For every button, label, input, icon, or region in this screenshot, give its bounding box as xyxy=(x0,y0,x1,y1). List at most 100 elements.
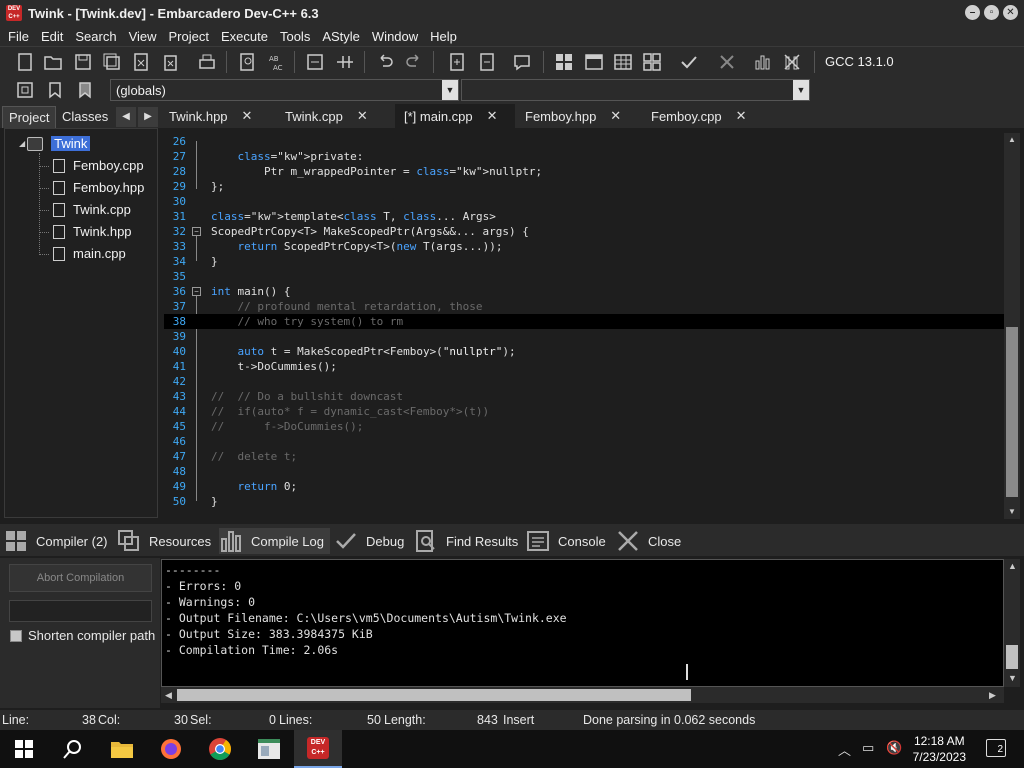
code-line[interactable]: 26 xyxy=(164,134,1004,149)
editor-vertical-scrollbar[interactable]: ▲ ▼ xyxy=(1004,133,1020,519)
tree-file-twink-cpp[interactable]: Twink.cpp xyxy=(53,202,131,217)
code-line[interactable]: 30 xyxy=(164,194,1004,209)
tree-file-femboy-cpp[interactable]: Femboy.cpp xyxy=(53,158,144,173)
print-icon[interactable] xyxy=(196,51,218,73)
indent-icon[interactable] xyxy=(304,51,326,73)
code-line[interactable]: 32 ScopedPtrCopy<T> MakeScopedPtr(Args&&.… xyxy=(164,224,1004,239)
compile-log[interactable]: -------- - Errors: 0 - Warnings: 0 - Out… xyxy=(161,559,1004,687)
close-all-icon[interactable] xyxy=(159,51,181,73)
menu-tools[interactable]: Tools xyxy=(274,29,316,44)
menu-search[interactable]: Search xyxy=(69,29,122,44)
tab-twink-hpp[interactable]: Twink.hpp ✕ xyxy=(160,104,270,128)
code-line[interactable]: 50} xyxy=(164,494,1004,509)
network-icon[interactable]: ▭ xyxy=(862,740,874,756)
code-line[interactable]: 44 // if(auto* f = dynamic_cast<Femboy*>(… xyxy=(164,404,1004,419)
menu-file[interactable]: File xyxy=(2,29,35,44)
tab-console[interactable]: Console xyxy=(526,528,606,554)
search-button[interactable] xyxy=(48,730,96,768)
scroll-down-icon[interactable]: ▼ xyxy=(1004,505,1020,519)
shorten-path-checkbox[interactable]: Shorten compiler path xyxy=(10,628,155,643)
code-line[interactable]: 28 Ptr m_wrappedPointer = class="kw">nul… xyxy=(164,164,1004,179)
undo-icon[interactable] xyxy=(374,51,396,73)
code-line[interactable]: 29}; xyxy=(164,179,1004,194)
tree-root-twink[interactable]: ◢ Twink xyxy=(19,136,91,151)
expand-arrow-icon[interactable]: ◢ xyxy=(19,139,25,148)
scrollbar-thumb[interactable] xyxy=(177,689,691,701)
app-button[interactable] xyxy=(245,730,293,768)
rebuild-all-icon[interactable] xyxy=(641,51,663,73)
tab-twink-cpp[interactable]: Twink.cpp ✕ xyxy=(276,104,386,128)
start-button[interactable] xyxy=(0,730,48,768)
tab-compiler[interactable]: Compiler (2) xyxy=(4,528,108,554)
run-icon[interactable] xyxy=(583,51,605,73)
checkbox-icon[interactable] xyxy=(10,629,22,642)
profile-icon[interactable] xyxy=(752,51,774,73)
menu-execute[interactable]: Execute xyxy=(215,29,274,44)
tab-close[interactable]: Close xyxy=(616,528,681,554)
code-line[interactable]: 31 class="kw">template<class T, class... … xyxy=(164,209,1004,224)
code-line[interactable]: 49 return 0; xyxy=(164,479,1004,494)
redo-icon[interactable] xyxy=(403,51,425,73)
compile-run-icon[interactable] xyxy=(612,51,634,73)
compile-icon[interactable] xyxy=(553,51,575,73)
close-icon[interactable]: ✕ xyxy=(610,108,621,124)
open-folder-icon[interactable] xyxy=(42,51,64,73)
tree-file-main-cpp[interactable]: main.cpp xyxy=(53,246,126,261)
project-options-icon[interactable] xyxy=(511,51,533,73)
save-all-icon[interactable] xyxy=(101,51,123,73)
code-line[interactable]: 38 // who try system() to rm xyxy=(164,314,1004,329)
devcpp-taskbar-button[interactable]: DEV C++ xyxy=(294,730,342,768)
scroll-right-icon[interactable]: ▶ xyxy=(989,690,996,701)
chrome-button[interactable] xyxy=(196,730,244,768)
compiler-selector[interactable]: GCC 13.1.0 xyxy=(825,54,894,69)
tree-file-femboy-hpp[interactable]: Femboy.hpp xyxy=(53,180,144,195)
chevron-left-icon[interactable]: ◀ xyxy=(116,107,136,127)
close-file-icon[interactable] xyxy=(130,51,152,73)
scroll-up-icon[interactable]: ▲ xyxy=(1004,133,1020,147)
system-clock[interactable]: 12:18 AM 7/23/2023 xyxy=(913,733,966,765)
close-icon[interactable]: ✕ xyxy=(242,108,253,124)
code-editor[interactable]: − − 26 27 class="kw">private: 28 Ptr m_wra… xyxy=(164,133,1004,519)
code-line[interactable]: 37 // profound mental retardation, those xyxy=(164,299,1004,314)
close-icon[interactable]: ✕ xyxy=(736,108,747,124)
code-line[interactable]: 39 xyxy=(164,329,1004,344)
scrollbar-thumb[interactable] xyxy=(1006,327,1018,497)
minimize-button[interactable]: – xyxy=(965,5,980,20)
tree-file-twink-hpp[interactable]: Twink.hpp xyxy=(53,224,132,239)
abort-compilation-button[interactable]: Abort Compilation xyxy=(9,564,152,592)
member-combo[interactable]: ▼ xyxy=(461,79,810,101)
restore-button[interactable]: ▫ xyxy=(984,5,999,20)
menu-help[interactable]: Help xyxy=(424,29,463,44)
code-line[interactable]: 42 xyxy=(164,374,1004,389)
scroll-left-icon[interactable]: ◀ xyxy=(165,690,172,701)
file-explorer-button[interactable] xyxy=(98,730,146,768)
chevron-down-icon[interactable]: ▼ xyxy=(442,80,458,100)
volume-muted-icon[interactable]: 🔇 xyxy=(886,740,902,756)
code-line[interactable]: 46 xyxy=(164,434,1004,449)
replace-icon[interactable]: AB AC xyxy=(266,51,288,73)
menu-view[interactable]: View xyxy=(123,29,163,44)
log-vertical-scrollbar[interactable]: ▲ ▼ xyxy=(1004,559,1020,687)
code-line[interactable]: 27 class="kw">private: xyxy=(164,149,1004,164)
goto-bookmark-icon[interactable] xyxy=(74,79,96,101)
tab-femboy-hpp[interactable]: Femboy.hpp ✕ xyxy=(516,104,626,128)
tab-resources[interactable]: Resources xyxy=(117,528,211,554)
chevron-right-icon[interactable]: ▶ xyxy=(138,107,158,127)
goto-line-icon[interactable] xyxy=(334,51,356,73)
remove-from-project-icon[interactable] xyxy=(476,51,498,73)
find-icon[interactable] xyxy=(237,51,259,73)
close-icon[interactable]: ✕ xyxy=(357,108,368,124)
close-button[interactable]: ✕ xyxy=(1003,5,1018,20)
syntax-check-icon[interactable] xyxy=(678,51,700,73)
tab-debug[interactable]: Debug xyxy=(334,528,404,554)
menu-project[interactable]: Project xyxy=(163,29,215,44)
new-file-icon[interactable] xyxy=(14,51,36,73)
scroll-up-icon[interactable]: ▲ xyxy=(1008,561,1017,571)
chevron-down-icon[interactable]: ▼ xyxy=(793,80,809,100)
scope-combo[interactable]: (globals) ▼ xyxy=(110,79,459,101)
code-line[interactable]: 40 auto t = MakeScopedPtr<Femboy>("nullp… xyxy=(164,344,1004,359)
firefox-button[interactable] xyxy=(147,730,195,768)
tab-main-cpp[interactable]: [*] main.cpp ✕ xyxy=(395,104,515,128)
insert-icon[interactable] xyxy=(14,79,36,101)
delete-profile-icon[interactable] xyxy=(781,51,803,73)
